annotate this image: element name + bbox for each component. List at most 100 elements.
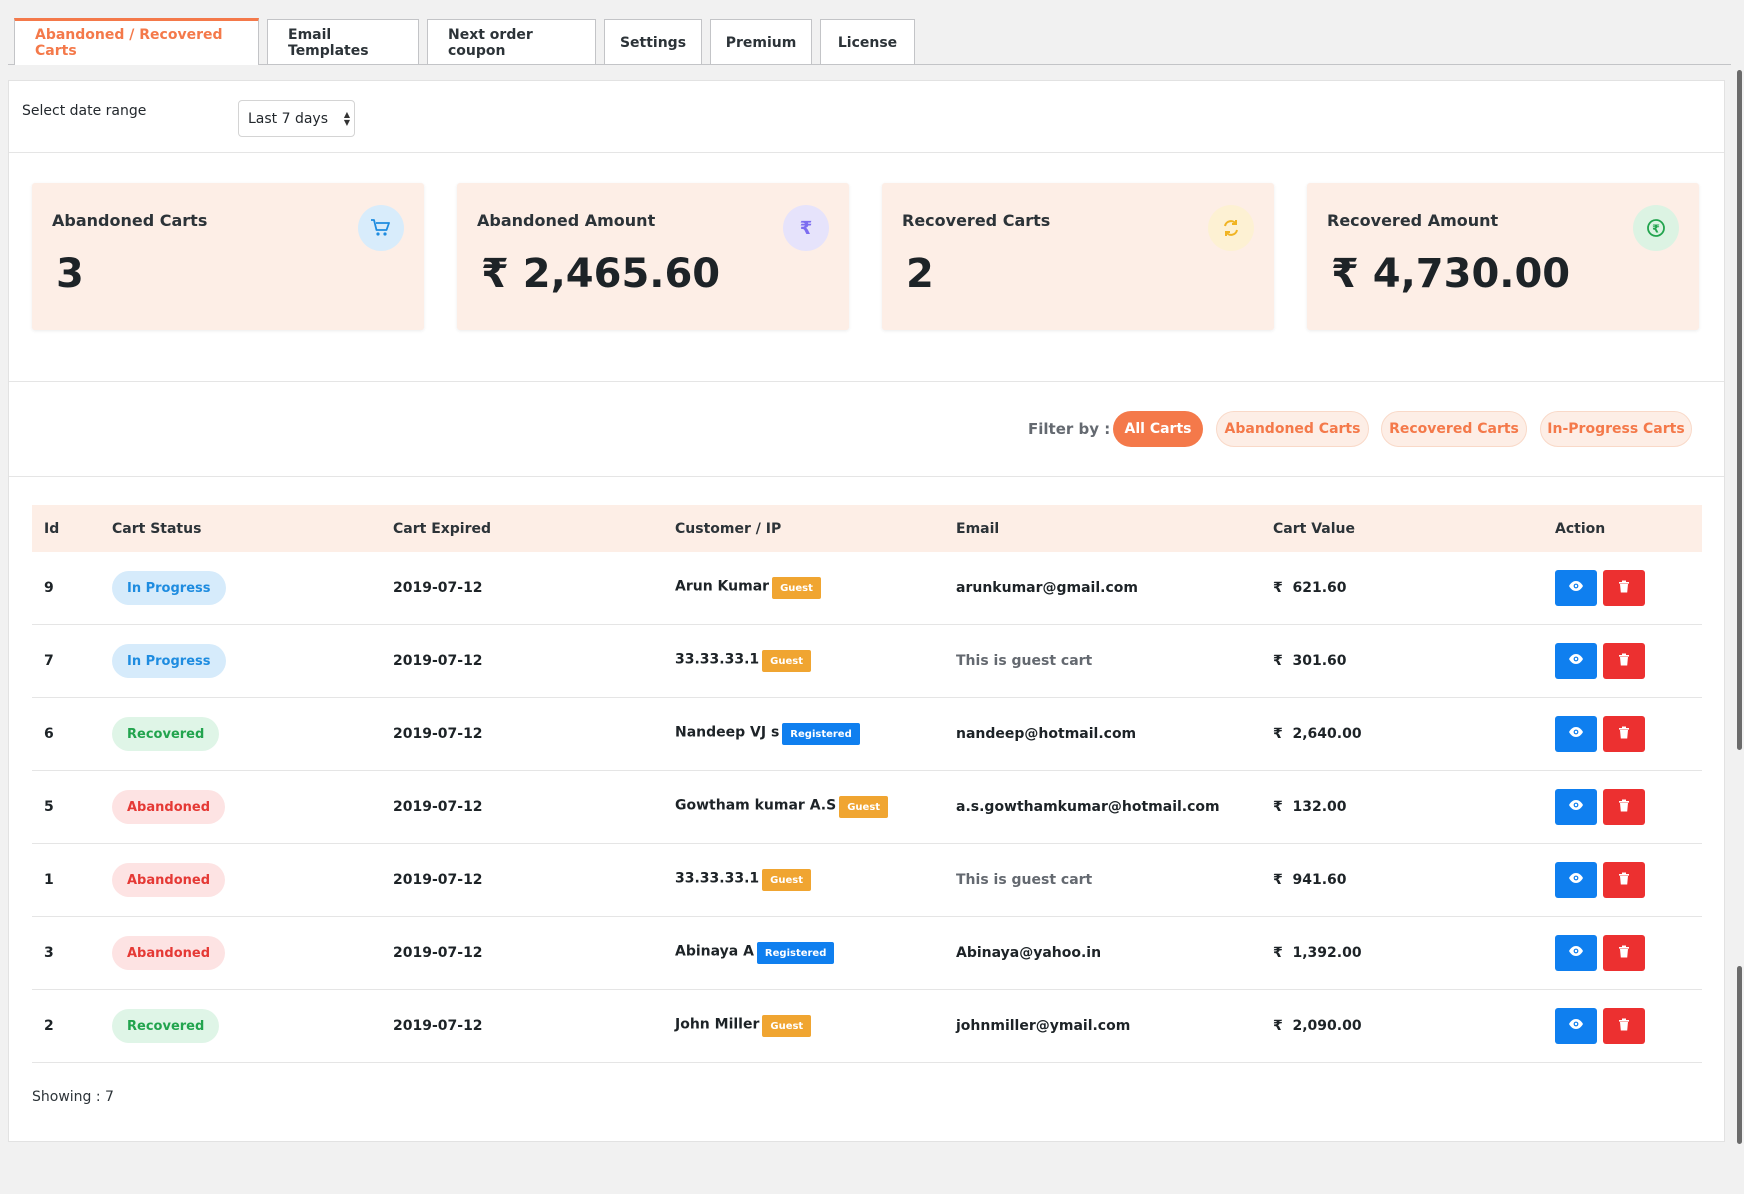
- cell-id: 3: [44, 945, 54, 961]
- cell-actions: [1555, 570, 1702, 606]
- eye-icon: [1568, 872, 1584, 888]
- cell-actions: [1555, 1008, 1702, 1044]
- header-cart-value: Cart Value: [1273, 520, 1355, 537]
- cell-status: Abandoned: [112, 936, 393, 970]
- cell-cart-value: ₹ 132.00: [1273, 799, 1555, 815]
- filter-abandoned-carts[interactable]: Abandoned Carts: [1216, 411, 1369, 447]
- cell-id: 5: [44, 799, 54, 815]
- delete-button[interactable]: [1603, 1008, 1645, 1044]
- tab-license[interactable]: License: [820, 19, 915, 65]
- cell-status: Abandoned: [112, 790, 393, 824]
- card-value: 3: [56, 251, 84, 297]
- cell-status: In Progress: [112, 571, 393, 605]
- card-title: Abandoned Amount: [477, 211, 656, 230]
- filter-in-progress-carts[interactable]: In-Progress Carts: [1540, 411, 1692, 447]
- rupee-icon: ₹: [783, 205, 829, 251]
- view-button[interactable]: [1555, 716, 1597, 752]
- card-value: ₹ 4,730.00: [1331, 251, 1571, 297]
- cell-status: Recovered: [112, 1009, 393, 1043]
- cart-value: 1,392.00: [1292, 945, 1362, 961]
- delete-button[interactable]: [1603, 935, 1645, 971]
- customer-name: 33.33.33.1: [675, 870, 760, 887]
- filter-row: Filter by : All Carts Abandoned Carts Re…: [9, 382, 1724, 477]
- cart-icon: [358, 205, 404, 251]
- customer-name: Nandeep VJ s: [675, 724, 780, 741]
- delete-button[interactable]: [1603, 643, 1645, 679]
- cell-customer: Nandeep VJ s Registered: [675, 723, 956, 745]
- card-title: Recovered Carts: [902, 211, 1051, 230]
- cell-cart-value: ₹ 621.60: [1273, 580, 1555, 596]
- trash-icon: [1618, 945, 1630, 962]
- cell-email: This is guest cart: [956, 872, 1093, 888]
- cart-value: 621.60: [1292, 580, 1347, 596]
- cell-expired: 2019-07-12: [393, 580, 483, 596]
- scrollbar[interactable]: [1735, 0, 1744, 1194]
- view-button[interactable]: [1555, 789, 1597, 825]
- header-email: Email: [956, 520, 1000, 537]
- currency-symbol: ₹: [1273, 1018, 1283, 1034]
- tab-next-order-coupon[interactable]: Next order coupon: [427, 19, 596, 65]
- cell-id: 2: [44, 1018, 54, 1034]
- cell-id: 1: [44, 872, 54, 888]
- header-cart-status: Cart Status: [112, 520, 202, 537]
- table-row: 7 In Progress 2019-07-12 33.33.33.1 Guest Thi…: [32, 625, 1702, 698]
- cell-id: 7: [44, 653, 54, 669]
- status-badge: Recovered: [112, 717, 220, 751]
- table-row: 9 In Progress 2019-07-12 Arun Kumar Guest aru…: [32, 552, 1702, 625]
- tab-settings[interactable]: Settings: [604, 19, 702, 65]
- card-abandoned-amount: Abandoned Amount ₹ 2,465.60 ₹: [457, 183, 849, 330]
- customer-type-badge: Registered: [782, 723, 860, 745]
- eye-icon: [1568, 799, 1584, 815]
- view-button[interactable]: [1555, 570, 1597, 606]
- customer-name: Gowtham kumar A.S: [675, 797, 837, 814]
- date-range-label: Select date range: [22, 103, 147, 119]
- delete-button[interactable]: [1603, 789, 1645, 825]
- cell-email: arunkumar@gmail.com: [956, 580, 1138, 596]
- filter-all-carts[interactable]: All Carts: [1113, 411, 1203, 447]
- trash-icon: [1618, 580, 1630, 597]
- customer-name: John Miller: [675, 1016, 760, 1033]
- customer-type-badge: Guest: [772, 577, 821, 599]
- delete-button[interactable]: [1603, 716, 1645, 752]
- cart-value: 941.60: [1292, 872, 1347, 888]
- showing-count: Showing : 7: [32, 1089, 114, 1105]
- cell-email: johnmiller@ymail.com: [956, 1018, 1131, 1034]
- status-badge: Recovered: [112, 1009, 220, 1043]
- filter-recovered-carts[interactable]: Recovered Carts: [1381, 411, 1527, 447]
- customer-name: 33.33.33.1: [675, 651, 760, 668]
- card-title: Recovered Amount: [1327, 211, 1499, 230]
- cell-email: This is guest cart: [956, 653, 1093, 669]
- scrollbar-thumb[interactable]: [1737, 70, 1742, 750]
- cell-customer: John Miller Guest: [675, 1015, 956, 1037]
- cell-cart-value: ₹ 1,392.00: [1273, 945, 1555, 961]
- cell-customer: Arun Kumar Guest: [675, 577, 956, 599]
- cell-expired: 2019-07-12: [393, 726, 483, 742]
- delete-button[interactable]: [1603, 862, 1645, 898]
- tab-email-templates[interactable]: Email Templates: [267, 19, 419, 65]
- tab-abandoned-recovered-carts[interactable]: Abandoned / Recovered Carts: [14, 18, 259, 65]
- eye-icon: [1568, 945, 1584, 961]
- customer-name: Abinaya A: [675, 943, 754, 960]
- card-value: 2: [906, 251, 934, 297]
- view-button[interactable]: [1555, 643, 1597, 679]
- view-button[interactable]: [1555, 1008, 1597, 1044]
- scrollbar-thumb[interactable]: [1737, 966, 1742, 1144]
- cell-actions: [1555, 789, 1702, 825]
- status-badge: In Progress: [112, 571, 226, 605]
- tab-premium[interactable]: Premium: [710, 19, 812, 65]
- table-row: 3 Abandoned 2019-07-12 Abinaya A Registered A…: [32, 917, 1702, 990]
- view-button[interactable]: [1555, 862, 1597, 898]
- tab-divider: [8, 64, 1731, 65]
- cell-cart-value: ₹ 2,640.00: [1273, 726, 1555, 742]
- currency-symbol: ₹: [1273, 872, 1283, 888]
- date-range-select[interactable]: Last 7 days ▲ ▼: [238, 100, 355, 137]
- cell-customer: Gowtham kumar A.S Guest: [675, 796, 956, 818]
- customer-type-badge: Guest: [762, 869, 811, 891]
- currency-symbol: ₹: [1273, 799, 1283, 815]
- cell-email: Abinaya@yahoo.in: [956, 945, 1102, 961]
- cart-value: 2,090.00: [1292, 1018, 1362, 1034]
- delete-button[interactable]: [1603, 570, 1645, 606]
- view-button[interactable]: [1555, 935, 1597, 971]
- main-panel: Select date range Last 7 days ▲ ▼ Abandon…: [8, 80, 1725, 1142]
- customer-type-badge: Guest: [762, 1015, 812, 1037]
